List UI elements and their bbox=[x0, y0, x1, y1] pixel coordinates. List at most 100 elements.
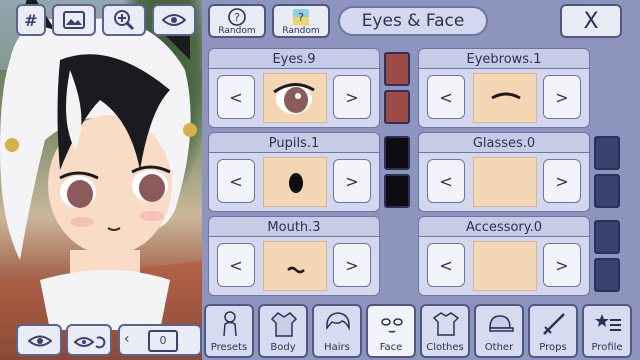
random-button[interactable]: ? Random bbox=[208, 4, 266, 38]
glasses-next-button[interactable]: > bbox=[543, 159, 581, 203]
card-eyes-body: < > bbox=[208, 68, 380, 128]
star-list-icon bbox=[595, 314, 621, 331]
mouth-next-button[interactable]: > bbox=[333, 243, 371, 287]
tab-hairs-label: Hairs bbox=[324, 342, 350, 353]
tab-props-label: Props bbox=[539, 342, 567, 353]
tab-face[interactable]: Face bbox=[366, 304, 416, 358]
customization-panel: ? Random ? Random Eyes & Face X Eyes.9 <… bbox=[202, 0, 640, 360]
card-accessory-body: < > bbox=[418, 236, 590, 296]
slot-prev-icon[interactable]: ‹ bbox=[124, 331, 130, 347]
pupils-swatches bbox=[382, 132, 412, 214]
tab-other-label: Other bbox=[484, 342, 514, 353]
tab-body[interactable]: Body bbox=[258, 304, 308, 358]
tab-props[interactable]: Props bbox=[528, 304, 578, 358]
card-eyes-label: Eyes.9 bbox=[208, 48, 380, 70]
card-eyes: Eyes.9 < > bbox=[208, 48, 412, 130]
glasses-preview bbox=[473, 157, 537, 207]
mouth-preview bbox=[263, 241, 327, 291]
pupils-color-swatch-1[interactable] bbox=[384, 136, 410, 170]
eyebrows-preview-icon bbox=[491, 92, 521, 100]
tab-body-label: Body bbox=[270, 342, 296, 353]
tab-profile-label: Profile bbox=[591, 342, 623, 353]
card-glasses-label: Glasses.0 bbox=[418, 132, 590, 154]
slot-number: 0 bbox=[148, 330, 178, 352]
eyes-color-swatch-1[interactable] bbox=[384, 52, 410, 86]
tab-other[interactable]: Other bbox=[474, 304, 524, 358]
card-accessory-label: Accessory.0 bbox=[418, 216, 590, 238]
eye-icon bbox=[162, 14, 186, 26]
image-icon bbox=[63, 11, 85, 29]
accessory-color-swatch-2[interactable] bbox=[594, 258, 620, 292]
tab-profile[interactable]: Profile bbox=[582, 304, 632, 358]
face-icon bbox=[381, 318, 403, 333]
cap-icon bbox=[489, 315, 514, 332]
tab-presets-label: Presets bbox=[210, 342, 248, 353]
visibility-button[interactable] bbox=[16, 324, 62, 356]
category-tabs: Presets Body Hairs Face Clothes Other Pr… bbox=[202, 302, 640, 360]
accessory-next-button[interactable]: > bbox=[543, 243, 581, 287]
random-color-label: Random bbox=[282, 26, 320, 36]
eyebrows-preview bbox=[473, 73, 537, 123]
slot-selector[interactable]: ‹ 0 bbox=[118, 324, 202, 356]
pupils-prev-button[interactable]: < bbox=[217, 159, 255, 203]
card-eyebrows-label: Eyebrows.1 bbox=[418, 48, 590, 70]
eyes-next-button[interactable]: > bbox=[333, 75, 371, 119]
accessory-swatches bbox=[592, 216, 622, 298]
person-outline-icon bbox=[223, 311, 237, 337]
card-mouth: Mouth.3 < > bbox=[208, 216, 412, 298]
tab-hairs[interactable]: Hairs bbox=[312, 304, 362, 358]
jacket-icon bbox=[270, 312, 298, 337]
rotate-eye-icon bbox=[74, 336, 106, 349]
glasses-swatches bbox=[592, 132, 622, 214]
shirt-icon bbox=[432, 312, 460, 336]
header-bar: ? Random ? Random Eyes & Face X bbox=[202, 0, 640, 42]
random-label: Random bbox=[218, 26, 256, 36]
glasses-prev-button[interactable]: < bbox=[427, 159, 465, 203]
glasses-color-swatch-2[interactable] bbox=[594, 174, 620, 208]
svg-text:?: ? bbox=[234, 11, 240, 24]
pupils-next-button[interactable]: > bbox=[333, 159, 371, 203]
card-glasses: Glasses.0 < > bbox=[418, 132, 622, 214]
image-button[interactable] bbox=[52, 4, 96, 36]
glasses-color-swatch-1[interactable] bbox=[594, 136, 620, 170]
svg-text:?: ? bbox=[298, 11, 304, 24]
close-button[interactable]: X bbox=[560, 4, 622, 38]
tab-clothes[interactable]: Clothes bbox=[420, 304, 470, 358]
eyes-prev-button[interactable]: < bbox=[217, 75, 255, 119]
card-mouth-body: < > bbox=[208, 236, 380, 296]
eyebrows-next-button[interactable]: > bbox=[543, 75, 581, 119]
pupils-color-swatch-2[interactable] bbox=[384, 174, 410, 208]
zoom-button[interactable] bbox=[102, 4, 146, 36]
hash-button[interactable]: # bbox=[16, 4, 46, 36]
eyes-preview-icon bbox=[273, 83, 315, 114]
character-illustration bbox=[0, 0, 197, 330]
question-icon: ? bbox=[228, 8, 246, 26]
page-title: Eyes & Face bbox=[338, 6, 488, 36]
card-mouth-label: Mouth.3 bbox=[208, 216, 380, 238]
card-eyebrows-body: < > bbox=[418, 68, 590, 128]
character-preview: # ‹ 0 bbox=[0, 0, 202, 360]
hair-icon bbox=[326, 312, 350, 331]
accessory-color-swatch-1[interactable] bbox=[594, 220, 620, 254]
rotate-view-button[interactable] bbox=[66, 324, 112, 356]
color-question-icon: ? bbox=[293, 9, 309, 25]
card-glasses-body: < > bbox=[418, 152, 590, 212]
random-color-button[interactable]: ? Random bbox=[272, 4, 330, 38]
card-pupils-label: Pupils.1 bbox=[208, 132, 380, 154]
card-pupils: Pupils.1 < > bbox=[208, 132, 412, 214]
tab-presets[interactable]: Presets bbox=[204, 304, 254, 358]
eyes-color-swatch-2[interactable] bbox=[384, 90, 410, 124]
eye-toggle-button[interactable] bbox=[152, 4, 196, 36]
pupils-preview-icon bbox=[289, 173, 303, 193]
eyebrows-prev-button[interactable]: < bbox=[427, 75, 465, 119]
eyes-preview bbox=[263, 73, 327, 123]
accessory-preview bbox=[473, 241, 537, 291]
card-accessory: Accessory.0 < > bbox=[418, 216, 622, 298]
pupils-preview bbox=[263, 157, 327, 207]
eye-icon bbox=[28, 335, 52, 347]
accessory-prev-button[interactable]: < bbox=[427, 243, 465, 287]
mouth-prev-button[interactable]: < bbox=[217, 243, 255, 287]
mouth-preview-icon bbox=[287, 266, 305, 274]
sword-icon bbox=[543, 313, 565, 335]
card-pupils-body: < > bbox=[208, 152, 380, 212]
